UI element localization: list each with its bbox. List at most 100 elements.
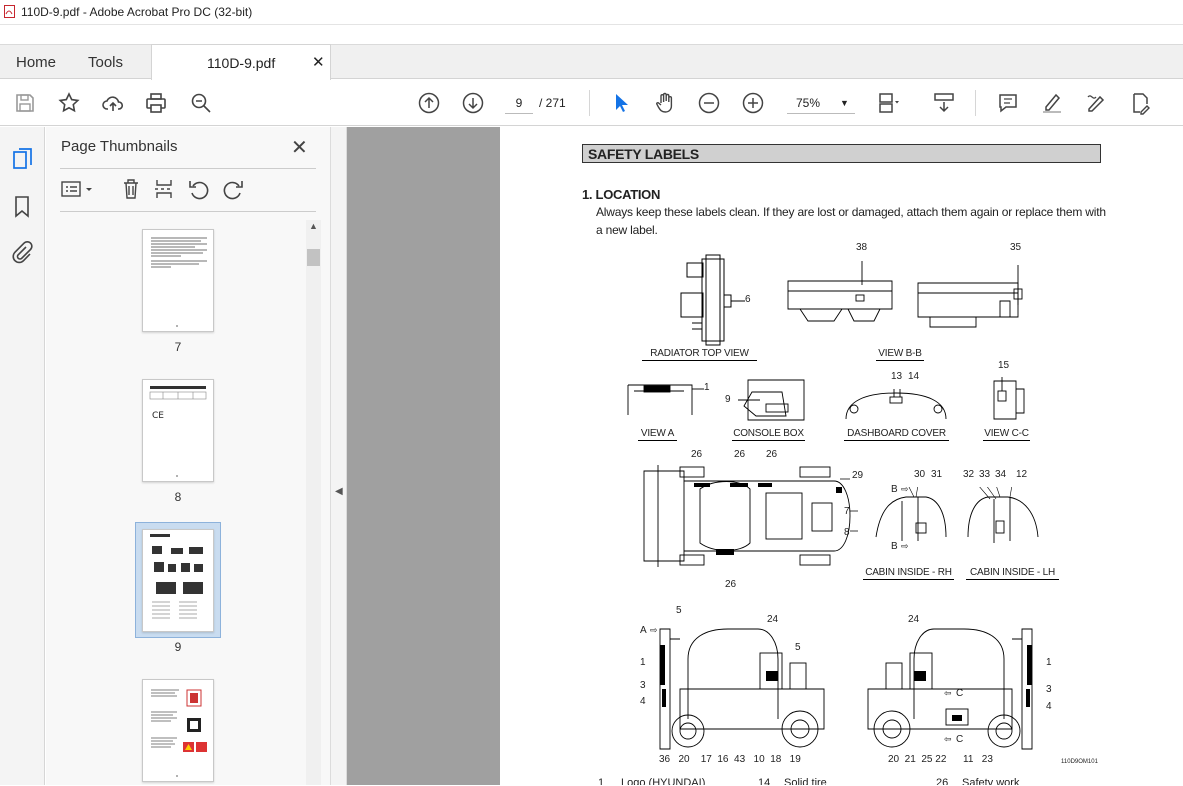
callout-number: 4 bbox=[640, 696, 646, 707]
caption-radiator: RADIATOR TOP VIEW bbox=[642, 348, 757, 361]
callout-number: 26 bbox=[766, 449, 778, 460]
sign-icon[interactable] bbox=[1084, 91, 1108, 115]
highlight-pen-icon[interactable] bbox=[1040, 91, 1064, 115]
star-icon[interactable] bbox=[57, 91, 81, 115]
delete-page-icon[interactable] bbox=[121, 178, 141, 200]
edit-document-icon[interactable] bbox=[1128, 91, 1152, 115]
toolbar-divider bbox=[589, 90, 590, 116]
bookmark-icon[interactable] bbox=[14, 196, 30, 218]
legend-text: Logo (HYUNDAI) bbox=[621, 777, 706, 785]
thumbnail-preview bbox=[150, 534, 203, 619]
page-number-input[interactable]: 9 bbox=[505, 92, 533, 114]
page-heading: SAFETY LABELS bbox=[588, 146, 699, 162]
callout-number: 6 bbox=[745, 294, 751, 305]
callout-number: 26 bbox=[725, 579, 737, 590]
callout-number: 1 bbox=[1046, 657, 1052, 668]
scroll-mode-icon[interactable] bbox=[932, 91, 956, 115]
top-view-drawing bbox=[643, 465, 858, 567]
legend-text: Solid tire bbox=[784, 777, 827, 785]
callout-number: 5 bbox=[795, 642, 801, 653]
page-thumbnails-icon[interactable] bbox=[12, 148, 34, 172]
extract-page-icon[interactable] bbox=[154, 178, 174, 200]
tab-document[interactable]: 110D-9.pdf ✕ bbox=[151, 44, 331, 80]
callout-number: 26 bbox=[734, 449, 746, 460]
thumbnail-page-selected[interactable] bbox=[142, 529, 214, 632]
callout-number: 29 bbox=[852, 470, 864, 481]
next-page-icon[interactable] bbox=[461, 91, 485, 115]
callout-number: 1 bbox=[704, 382, 710, 393]
thumbnail-scrollbar[interactable]: ▲ bbox=[306, 220, 321, 785]
close-tab-icon[interactable]: ✕ bbox=[312, 53, 325, 71]
callout-number: 9 bbox=[725, 394, 731, 405]
view-cc-drawing bbox=[993, 377, 1025, 420]
pdf-page[interactable]: SAFETY LABELS 1. LOCATION Always keep th… bbox=[500, 127, 1183, 785]
caption-console-box: CONSOLE BOX bbox=[732, 428, 805, 441]
svg-text:CE: CE bbox=[152, 411, 164, 421]
close-panel-icon[interactable]: ✕ bbox=[291, 135, 308, 160]
comment-icon[interactable] bbox=[996, 91, 1020, 115]
arrow-left-icon: ⇦ bbox=[944, 688, 952, 698]
callout-letter: B bbox=[891, 484, 898, 495]
legend-number: 1 bbox=[598, 777, 605, 785]
tab-tools[interactable]: Tools bbox=[88, 54, 123, 71]
callout-number: 1 bbox=[640, 657, 646, 668]
legend-number: 14 bbox=[758, 777, 771, 785]
thumbnail-page[interactable]: CE bbox=[142, 379, 214, 482]
arrow-right-icon: ⇨ bbox=[901, 541, 909, 551]
console-box-drawing bbox=[738, 379, 805, 421]
hand-tool-icon[interactable] bbox=[653, 91, 677, 115]
callout-number: 4 bbox=[1046, 701, 1052, 712]
thumbnail-page-number: 7 bbox=[174, 340, 182, 354]
callout-number: 30 bbox=[914, 469, 926, 480]
callout-number: 13 bbox=[891, 371, 903, 382]
thumbnail-page-number: 9 bbox=[174, 640, 182, 654]
thumbnail-page[interactable] bbox=[142, 229, 214, 332]
callout-number: 31 bbox=[931, 469, 943, 480]
tab-document-label: 110D-9.pdf bbox=[207, 55, 276, 71]
scrollbar-thumb[interactable] bbox=[307, 249, 320, 266]
thumbnail-preview: CE bbox=[149, 386, 207, 477]
page-total: / 271 bbox=[539, 96, 566, 110]
previous-page-icon[interactable] bbox=[417, 91, 441, 115]
rotate-counterclockwise-icon[interactable] bbox=[188, 178, 210, 200]
attachment-icon[interactable] bbox=[11, 240, 33, 264]
callout-number: 14 bbox=[908, 371, 920, 382]
collapse-panel-icon[interactable]: ◀ bbox=[335, 486, 343, 497]
select-pointer-icon[interactable] bbox=[609, 91, 633, 115]
callout-number: 33 bbox=[979, 469, 991, 480]
zoom-in-icon[interactable] bbox=[741, 91, 765, 115]
scroll-up-icon[interactable]: ▲ bbox=[309, 221, 318, 231]
callout-number: 3 bbox=[640, 680, 646, 691]
thumbnail-page-number: 8 bbox=[174, 490, 182, 504]
callout-number-row: 36 20 17 16 43 10 18 19 bbox=[659, 754, 801, 765]
view-a-drawing bbox=[627, 384, 704, 415]
callout-letter: C bbox=[956, 734, 964, 745]
callout-number-row: 20 21 25 22 11 23 bbox=[888, 754, 993, 765]
zoom-search-icon[interactable] bbox=[189, 91, 213, 115]
page-fit-icon[interactable] bbox=[876, 91, 900, 115]
callout-letter: A bbox=[640, 625, 647, 636]
caption-cabin-rh: CABIN INSIDE - RH bbox=[863, 567, 954, 580]
panel-splitter[interactable]: ◀ bbox=[330, 127, 347, 785]
print-icon[interactable] bbox=[144, 91, 168, 115]
cloud-upload-icon[interactable] bbox=[101, 91, 125, 115]
panel-title: Page Thumbnails bbox=[61, 138, 178, 155]
callout-number: 24 bbox=[767, 614, 779, 625]
zoom-level-value: 75% bbox=[796, 96, 821, 110]
pdf-file-icon bbox=[4, 5, 15, 18]
callout-number: 15 bbox=[998, 360, 1010, 371]
thumbnail-page[interactable] bbox=[142, 679, 214, 782]
chevron-down-icon: ▼ bbox=[840, 98, 849, 108]
tab-home[interactable]: Home bbox=[16, 54, 56, 71]
zoom-level-select[interactable]: 75% ▼ bbox=[787, 92, 855, 114]
zoom-out-icon[interactable] bbox=[697, 91, 721, 115]
rotate-clockwise-icon[interactable] bbox=[222, 178, 244, 200]
caption-view-bb: VIEW B-B bbox=[876, 348, 924, 361]
caption-cabin-lh: CABIN INSIDE - LH bbox=[966, 567, 1059, 580]
thumbnail-preview bbox=[151, 689, 207, 777]
save-icon[interactable] bbox=[13, 91, 37, 115]
caption-dashboard-cover: DASHBOARD COVER bbox=[844, 428, 949, 441]
page-heading-box: SAFETY LABELS bbox=[582, 144, 1101, 163]
view-bb-drawing bbox=[787, 261, 1023, 328]
thumbnail-options-icon[interactable] bbox=[61, 180, 97, 198]
